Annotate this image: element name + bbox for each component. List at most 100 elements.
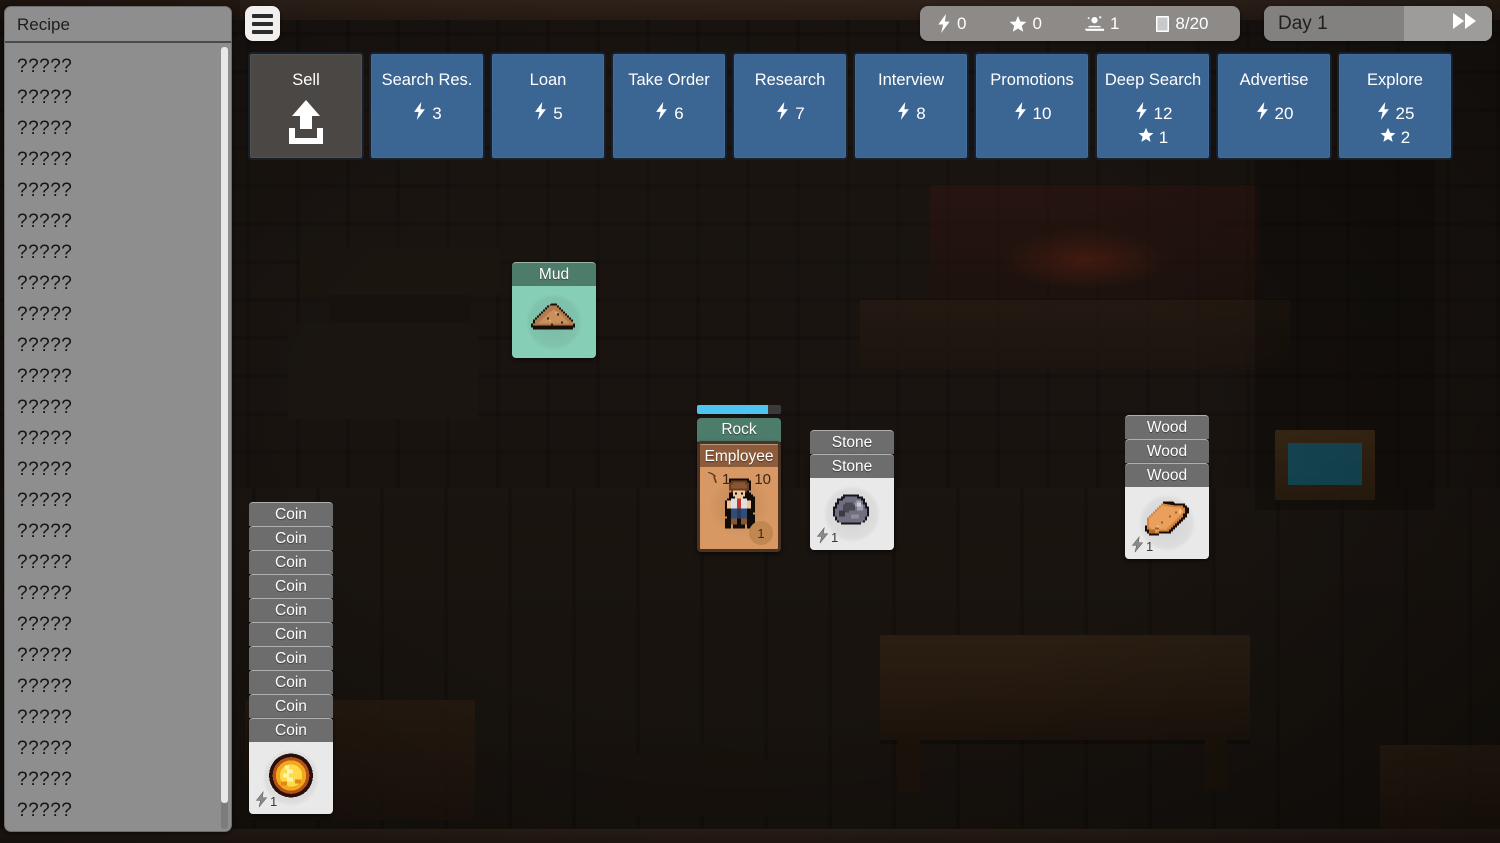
recipe-list-item[interactable]: ????? [17,51,231,82]
lightning-bolt-icon [936,14,952,33]
employee-level-badge: 1 [749,521,773,545]
recipe-list-item[interactable]: ????? [17,454,231,485]
recipe-list-item[interactable]: ????? [17,485,231,516]
action-button-label: Research [754,71,826,89]
recipe-list-item[interactable]: ????? [17,516,231,547]
lightning-bolt-icon [254,790,269,811]
resource-energy-value: 0 [957,13,967,33]
recipe-list-item[interactable]: ????? [17,423,231,454]
lightning-bolt-icon [533,102,548,125]
action-button-advertise[interactable]: Advertise 20 [1216,52,1332,160]
action-cost-star: 1 [1138,127,1168,148]
card-stone-body: 1 [810,478,894,550]
card-stone-energy-value: 1 [831,529,839,545]
day-label: Day 1 [1264,6,1404,41]
recipe-list[interactable]: ????????????????????????????????????????… [5,45,231,831]
card-coin-title[interactable]: Coin [249,550,333,574]
recipe-list-item[interactable]: ????? [17,268,231,299]
action-cost-energy: 12 [1134,102,1172,125]
action-button-promotions[interactable]: Promotions 10 [974,52,1090,160]
recipe-list-item[interactable]: ????? [17,237,231,268]
action-button-take-order[interactable]: Take Order 6 [611,52,727,160]
recipe-list-item[interactable]: ????? [17,330,231,361]
action-button-costs: 25 2 [1376,102,1414,148]
action-button-label: Take Order [628,71,710,89]
recipe-scrollbar-thumb[interactable] [221,47,228,803]
recipe-list-item[interactable]: ????? [17,578,231,609]
menu-bar-2 [252,21,273,26]
recipe-list-item[interactable]: ????? [17,361,231,392]
recipe-list-item[interactable]: ????? [17,671,231,702]
card-wood-title-1[interactable]: Wood [1125,415,1209,439]
action-button-costs: 20 [1255,102,1293,125]
card-coin-title[interactable]: Coin [249,646,333,670]
recipe-list-item[interactable]: ????? [17,144,231,175]
action-button-deep-search[interactable]: Deep Search 12 1 [1095,52,1211,160]
hamburger-menu-icon[interactable] [245,6,280,41]
action-button-interview[interactable]: Interview 8 [853,52,969,160]
recipe-list-item[interactable]: ????? [17,733,231,764]
card-stack-mud[interactable]: Mud [512,262,596,358]
resource-deck-value: 8/20 [1175,13,1209,33]
recipe-list-item[interactable]: ????? [17,206,231,237]
action-cost-value: 2 [1400,127,1411,147]
card-coin-title[interactable]: Coin [249,526,333,550]
recipe-list-item[interactable]: ????? [17,795,231,826]
card-coin-title[interactable]: Coin [249,670,333,694]
action-button-loan[interactable]: Loan 5 [490,52,606,160]
scene-chest-inner [1288,443,1362,485]
card-coin[interactable]: Coin 1 [249,718,333,814]
menu-bar-1 [252,13,273,18]
action-button-explore[interactable]: Explore 25 2 [1337,52,1453,160]
fast-forward-button[interactable] [1404,6,1492,41]
card-mud-body [512,286,596,358]
recipe-list-item[interactable]: ????? [17,764,231,795]
card-coin-title[interactable]: Coin [249,502,333,526]
card-employee[interactable]: Employee 1 10 [697,441,781,552]
recipe-list-item[interactable]: ????? [17,299,231,330]
card-stack-wood[interactable]: Wood Wood Wood 1 [1125,415,1209,559]
card-coin-title[interactable]: Coin [249,574,333,598]
recipe-list-item[interactable]: ????? [17,392,231,423]
card-coin-title[interactable]: Coin [249,694,333,718]
action-cost-energy: 10 [1013,102,1051,125]
recipe-scrollbar[interactable] [221,47,228,829]
card-coin-title[interactable]: Coin [249,598,333,622]
scene-shelf [860,300,1290,370]
action-button-sell[interactable]: Sell [248,52,364,160]
action-button-label: Advertise [1239,71,1309,89]
card-wood-energy: 1 [1130,535,1153,556]
action-cost-energy: 20 [1255,102,1293,125]
card-wood[interactable]: Wood 1 [1125,463,1209,559]
resource-star-value: 0 [1032,13,1042,33]
action-cost-value: 1 [1158,127,1169,147]
card-coin-energy: 1 [254,790,277,811]
card-stack-stone[interactable]: Stone Stone 1 [810,430,894,550]
card-stone[interactable]: Stone 1 [810,454,894,550]
recipe-list-item[interactable]: ????? [17,640,231,671]
card-mud[interactable]: Mud [512,262,596,358]
recipe-list-item[interactable]: ????? [17,113,231,144]
action-button-search-res[interactable]: Search Res. 3 [369,52,485,160]
recipe-list-item[interactable]: ????? [17,609,231,640]
card-stack-employee[interactable]: Rock Employee 1 10 [697,405,781,552]
card-stone-title-1[interactable]: Stone [810,430,894,454]
action-cost-energy: 8 [896,102,926,125]
action-cost-value: 5 [553,103,563,123]
recipe-list-item[interactable]: ????? [17,547,231,578]
action-cost-star: 2 [1380,127,1410,148]
card-stack-coin[interactable]: Coin Coin Coin Coin Coin Coin Coin Coin Coin Coin… [249,502,333,814]
card-rock-title[interactable]: Rock [697,418,781,442]
recipe-list-item[interactable]: ????? [17,702,231,733]
resource-bar: 0 0 1 8/20 [920,6,1240,41]
action-button-label: Explore [1367,71,1423,89]
action-button-research[interactable]: Research 7 [732,52,848,160]
card-coin-title[interactable]: Coin [249,622,333,646]
recipe-list-item[interactable]: ????? [17,175,231,206]
sell-upload-icon [283,98,329,151]
action-cost-energy: 6 [654,102,684,125]
recipe-list-item[interactable]: ????? [17,82,231,113]
mud-sprite [529,300,579,345]
card-wood-title-2[interactable]: Wood [1125,439,1209,463]
scene-anvil-base [288,323,478,419]
